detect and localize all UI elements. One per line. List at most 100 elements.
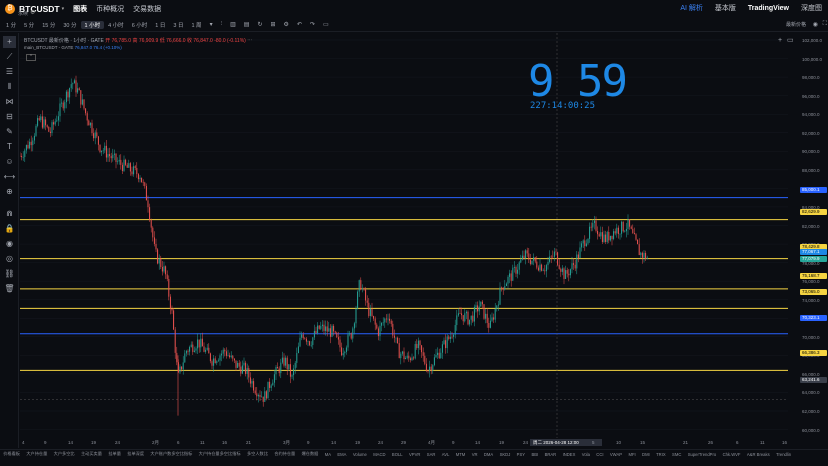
indicator-button[interactable]: 大户多空比 [50,451,77,457]
timeframe-7[interactable]: 1 日 [151,21,169,29]
indicator-button[interactable]: 爆仓数据 [298,451,321,457]
timeframe-8[interactable]: 3 日 [169,21,187,29]
link-icon[interactable]: ⛓ [3,268,16,280]
brush-icon[interactable]: ✎ [3,126,16,138]
measure-icon[interactable]: ⟷ [3,171,16,183]
candle-body [294,362,296,369]
grid-icon[interactable]: ⊞ [266,21,279,28]
text-tool-icon[interactable]: T [3,141,16,153]
indicator-button[interactable]: 大户持仓量多空比指标 [195,451,243,457]
price-axis[interactable]: 102,000.0 100,000.0 98,000.0 96,000.0 94,000… [789,33,828,438]
timeframe-5[interactable]: 4 小时 [104,21,128,29]
indicator-button[interactable]: 合约持仓量 [271,451,298,457]
indicator-button[interactable]: VWAP [607,452,626,457]
indicator-button[interactable]: BBI [528,452,541,457]
timeframe-9[interactable]: 1 周 [187,21,205,29]
indicator-button[interactable]: Volume [350,452,370,457]
indicator-button[interactable]: TRIX [653,452,669,457]
indicator-button[interactable]: AVL [439,452,453,457]
indicator-button[interactable]: Trendlin [773,452,794,457]
collapse-legend-button[interactable]: ⌃ [26,54,36,61]
eye-icon[interactable]: ◉ [3,238,16,250]
crosshair-icon[interactable]: + [3,36,16,48]
price-chart[interactable] [20,33,788,438]
delete-icon[interactable]: 🗑 [3,283,16,295]
emoji-icon[interactable]: ☺ [3,156,16,168]
tab-chart[interactable]: 图表 [73,4,87,14]
indicator-button[interactable]: BRAR [541,452,559,457]
lock-icon[interactable]: 🔒 [3,223,16,235]
candle-body [536,261,538,268]
zoom-icon[interactable]: ⊕ [3,186,16,198]
tradingview-button[interactable]: TradingView [748,5,789,12]
indicator-button[interactable]: MTM [453,452,469,457]
candle-type-icon[interactable]: ▥ [226,21,240,28]
candle-body [377,328,379,337]
refresh-icon[interactable]: ↻ [253,21,266,28]
basic-view-button[interactable]: 基本版 [715,3,736,13]
tab-trade-data[interactable]: 交易数据 [133,4,161,14]
magnet-icon[interactable]: ⋒ [3,208,16,220]
settings-icon[interactable]: ⚙ [30,9,35,16]
candle-body [70,84,72,89]
tab-coin-overview[interactable]: 币种概况 [96,4,124,14]
indicator-button[interactable]: INDEX [559,452,578,457]
undo-icon[interactable]: ↶ [293,21,306,28]
indicator-button[interactable]: MACD [370,452,389,457]
indicator-button[interactable]: MA [322,452,335,457]
depth-chart-button[interactable]: 深度图 [801,3,822,13]
indicator-button[interactable]: SKDJ [496,452,513,457]
redo-icon[interactable]: ↷ [306,21,319,28]
indicator-button[interactable]: SAR [424,452,439,457]
indicator-button[interactable]: 主动买卖量 [78,451,105,457]
horizontal-lines-icon[interactable]: ☰ [3,66,16,78]
chevron-down-icon[interactable]: ▾ [206,21,217,28]
price-type-select[interactable]: 最新价格 [786,21,806,28]
indicator-button[interactable]: DMI [639,452,653,457]
indicator-button[interactable]: 价格看板 [0,451,23,457]
compare-icon[interactable]: ▤ [240,21,254,28]
indicators-icon[interactable]: ⫶ [217,21,227,28]
add-icon[interactable]: + [778,37,782,44]
indicator-button[interactable]: 大户持仓量 [23,451,50,457]
indicator-button[interactable]: 挂单量 [105,451,124,457]
indicator-button[interactable]: Chk.WVF [719,452,743,457]
indicator-button[interactable]: Vola [579,452,594,457]
timeframe-6[interactable]: 6 小时 [128,21,152,29]
pattern-icon[interactable]: ⋈ [3,96,16,108]
indicator-button[interactable]: BOLL [389,452,406,457]
timeframe-4[interactable]: 1 小时 [80,20,105,29]
settings-icon[interactable]: ⚙ [280,21,293,28]
indicator-button[interactable]: MFI [625,452,639,457]
hide-icon[interactable]: ◎ [3,253,16,265]
indicator-button[interactable]: 大户账户数多空比指标 [147,451,195,457]
more-icon[interactable]: ⋯ [247,38,252,44]
indicator-button[interactable]: CCI [593,452,607,457]
indicator-button[interactable]: DMA [481,452,497,457]
timeframe-3[interactable]: 30 分 [59,21,80,29]
trendline-icon[interactable]: ⟋ [3,51,16,63]
timeframe-1[interactable]: 5 分 [20,21,38,29]
indicator-button[interactable]: SMC [669,452,685,457]
indicator-button[interactable]: 多空人数比 [244,451,271,457]
indicator-button[interactable]: PSY [513,452,528,457]
chevron-down-icon[interactable]: ▾ [62,6,65,12]
ai-analysis-button[interactable]: AI 解析 [680,3,703,13]
fullscreen-icon[interactable]: ⛶ [823,21,827,28]
indicator-button[interactable]: VR [469,452,481,457]
layout-icon[interactable]: ▭ [319,21,333,28]
time-axis[interactable]: 周二 2026-04-28 12:00 4 9 14 19 24 2月 6 11 16 21 3月 9… [20,438,788,448]
indicator-button[interactable]: EMA [334,452,349,457]
fib-icon[interactable]: ⊟ [3,111,16,123]
camera-icon[interactable]: ◉ [813,21,818,28]
candle-body [67,91,69,98]
channel-icon[interactable]: ⫴ [3,81,16,93]
indicator-button[interactable]: VPVR [406,452,424,457]
time-tick: 14 [331,440,337,445]
indicator-button[interactable]: 挂单深度 [124,451,147,457]
candle-body [240,366,242,374]
indicator-button[interactable]: SuperTrendPro [685,452,720,457]
indicator-button[interactable]: A&R Breaks [744,452,773,457]
timeframe-0[interactable]: 1 分 [2,21,20,29]
timeframe-2[interactable]: 15 分 [38,21,59,29]
